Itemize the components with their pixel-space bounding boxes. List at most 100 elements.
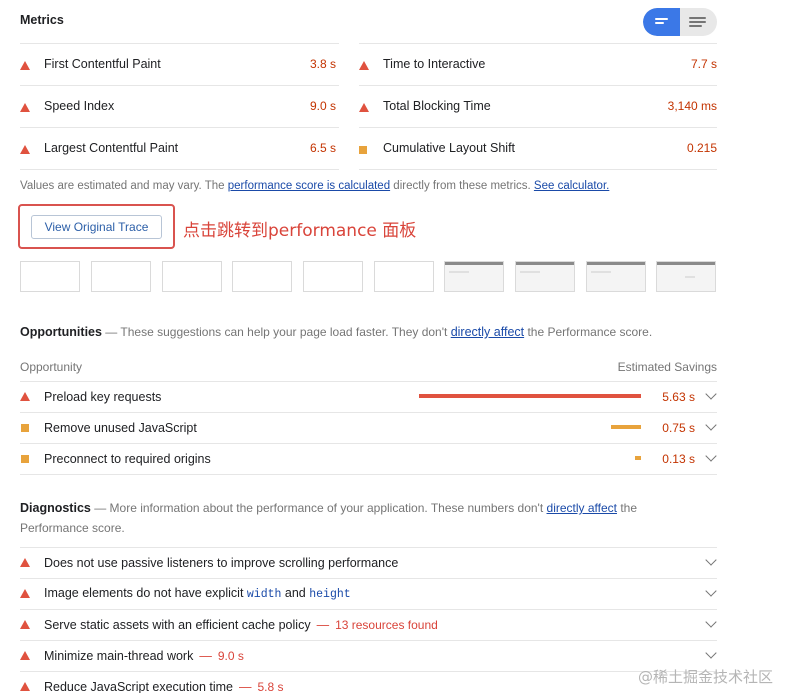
metric-name: First Contentful Paint bbox=[44, 57, 161, 71]
chevron-down-icon[interactable] bbox=[705, 647, 717, 659]
diagnostic-row[interactable]: Serve static assets with an efficient ca… bbox=[20, 609, 717, 640]
diagnostic-detail: 13 resources found bbox=[335, 617, 438, 632]
metric-value: 3,140 ms bbox=[667, 99, 717, 113]
directly-affect-link[interactable]: directly affect bbox=[451, 325, 524, 339]
filmstrip-frame bbox=[374, 261, 434, 292]
metric-time-to-interactive: Time to Interactive 7.7 s bbox=[359, 43, 717, 85]
opportunity-row[interactable]: Preload key requests 5.63 s bbox=[20, 381, 717, 412]
opportunity-row[interactable]: Preconnect to required origins 0.13 s bbox=[20, 443, 717, 474]
filmstrip-frame bbox=[586, 261, 646, 292]
diagnostic-text: and bbox=[281, 586, 310, 600]
diagnostic-name: Image elements do not have explicit widt… bbox=[44, 586, 351, 601]
filmstrip-frame bbox=[515, 261, 575, 292]
metric-value: 3.8 s bbox=[309, 57, 336, 71]
separator-dash: — bbox=[238, 679, 252, 693]
metric-cumulative-layout-shift: Cumulative Layout Shift 0.215 bbox=[359, 127, 717, 169]
average-square-icon bbox=[359, 143, 369, 154]
savings-value: 0.13 s bbox=[662, 451, 695, 466]
metric-name: Cumulative Layout Shift bbox=[383, 141, 516, 155]
chevron-down-icon[interactable] bbox=[705, 419, 717, 431]
diagnostic-name: Does not use passive listeners to improv… bbox=[44, 555, 399, 570]
diagnostic-detail: 5.8 s bbox=[257, 679, 284, 693]
filmstrip-frame bbox=[20, 261, 80, 292]
diagnostics-header: Diagnostics — More information about the… bbox=[20, 501, 638, 535]
chevron-down-icon[interactable] bbox=[705, 388, 717, 400]
opportunity-name: Preload key requests bbox=[44, 389, 162, 404]
savings-value: 0.75 s bbox=[662, 420, 695, 435]
metric-name: Total Blocking Time bbox=[383, 99, 491, 113]
fail-triangle-icon bbox=[20, 101, 30, 112]
chevron-down-icon[interactable] bbox=[705, 616, 717, 628]
opportunities-header: Opportunities — These suggestions can he… bbox=[20, 325, 653, 339]
average-square-icon bbox=[20, 454, 30, 463]
metric-largest-contentful-paint: Largest Contentful Paint 6.5 s bbox=[20, 127, 336, 169]
watermark: @稀土掘金技术社区 bbox=[638, 668, 774, 686]
annotation-text: 点击跳转到performance 面板 bbox=[183, 221, 417, 241]
fail-triangle-icon bbox=[20, 143, 30, 154]
section-description: More information about the performance o… bbox=[109, 501, 547, 515]
section-description: These suggestions can help your page loa… bbox=[120, 325, 451, 339]
opportunity-name: Remove unused JavaScript bbox=[44, 420, 197, 435]
fail-triangle-icon bbox=[20, 589, 30, 598]
metric-value: 7.7 s bbox=[690, 57, 717, 71]
chevron-down-icon[interactable] bbox=[705, 554, 717, 566]
opportunity-row[interactable]: Remove unused JavaScript 0.75 s bbox=[20, 412, 717, 443]
fail-triangle-icon bbox=[20, 620, 30, 629]
diagnostic-row[interactable]: Does not use passive listeners to improv… bbox=[20, 547, 717, 578]
separator-dash: — bbox=[199, 648, 212, 663]
directly-affect-link[interactable]: directly affect bbox=[547, 501, 617, 515]
section-description: the Performance score. bbox=[524, 325, 653, 339]
compact-view-toggle[interactable] bbox=[643, 8, 680, 36]
metric-first-contentful-paint: First Contentful Paint 3.8 s bbox=[20, 43, 336, 85]
fail-triangle-icon bbox=[20, 682, 30, 691]
diagnostic-row[interactable]: Image elements do not have explicit widt… bbox=[20, 578, 717, 609]
fail-triangle-icon bbox=[20, 59, 30, 70]
see-calculator-link[interactable]: See calculator. bbox=[534, 180, 609, 192]
section-title: Diagnostics bbox=[20, 501, 91, 515]
performance-score-link[interactable]: performance score is calculated bbox=[228, 180, 390, 192]
diagnostic-text: Image elements do not have explicit bbox=[44, 586, 247, 600]
average-square-icon bbox=[20, 423, 30, 432]
metric-value: 0.215 bbox=[686, 141, 717, 155]
section-title: Opportunities bbox=[20, 325, 102, 339]
opportunity-name: Preconnect to required origins bbox=[44, 451, 211, 466]
fail-triangle-icon bbox=[359, 101, 369, 112]
expanded-view-toggle[interactable] bbox=[680, 8, 717, 36]
metrics-note: Values are estimated and may vary. The p… bbox=[20, 180, 609, 192]
fail-triangle-icon bbox=[20, 392, 30, 401]
fail-triangle-icon bbox=[20, 651, 30, 660]
chevron-down-icon[interactable] bbox=[705, 450, 717, 462]
metric-name: Largest Contentful Paint bbox=[44, 141, 179, 155]
code-width: width bbox=[246, 588, 282, 601]
diagnostic-name: Serve static assets with an efficient ca… bbox=[44, 617, 311, 632]
metric-total-blocking-time: Total Blocking Time 3,140 ms bbox=[359, 85, 717, 127]
filmstrip-frame bbox=[91, 261, 151, 292]
filmstrip-frame bbox=[444, 261, 504, 292]
diagnostic-row[interactable]: Reduce JavaScript execution time — 5.8 s bbox=[20, 671, 717, 693]
separator-dash: — bbox=[316, 617, 330, 632]
savings-bar bbox=[635, 456, 641, 460]
diagnostic-row[interactable]: Minimize main-thread work — 9.0 s bbox=[20, 640, 717, 671]
metric-speed-index: Speed Index 9.0 s bbox=[20, 85, 336, 127]
metrics-heading: Metrics bbox=[20, 13, 64, 27]
column-header-opportunity: Opportunity bbox=[20, 360, 83, 374]
savings-bar bbox=[419, 394, 641, 398]
metrics-view-toggle[interactable] bbox=[643, 8, 717, 36]
fail-triangle-icon bbox=[359, 59, 369, 70]
savings-value: 5.63 s bbox=[662, 389, 695, 404]
view-original-trace-button[interactable]: View Original Trace bbox=[31, 215, 162, 239]
metric-name: Time to Interactive bbox=[383, 57, 486, 71]
diagnostic-name: Reduce JavaScript execution time bbox=[44, 679, 233, 693]
chevron-down-icon[interactable] bbox=[705, 585, 717, 597]
metric-value: 6.5 s bbox=[309, 141, 336, 155]
diagnostic-name: Minimize main-thread work bbox=[44, 648, 194, 663]
note-text: directly from these metrics. bbox=[390, 180, 534, 192]
fail-triangle-icon bbox=[20, 558, 30, 567]
diagnostic-detail: 9.0 s bbox=[217, 648, 244, 663]
code-height: height bbox=[309, 588, 351, 601]
filmstrip-frame bbox=[656, 261, 716, 292]
filmstrip-frame bbox=[303, 261, 363, 292]
savings-bar bbox=[611, 425, 641, 429]
metric-value: 9.0 s bbox=[309, 99, 336, 113]
metric-name: Speed Index bbox=[44, 99, 115, 113]
